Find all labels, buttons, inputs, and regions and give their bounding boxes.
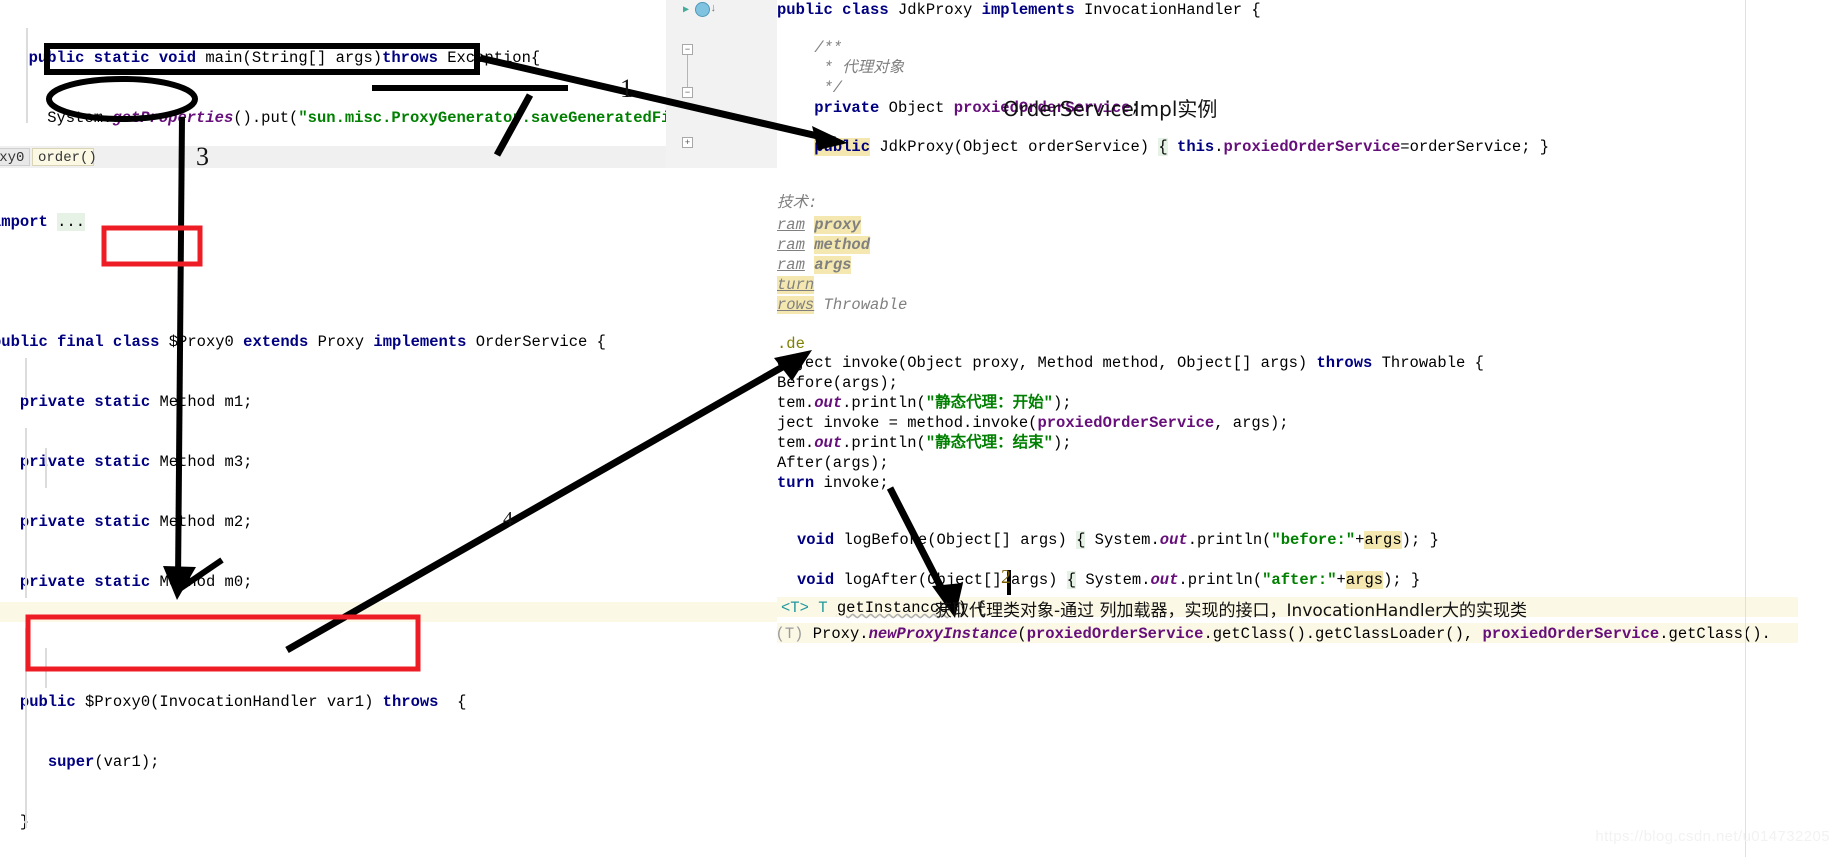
javadoc-tag-line: ram proxy — [777, 216, 861, 234]
upper-left-code-text[interactable]: public static void main(String[] args)th… — [10, 8, 667, 148]
code-line: tem.out.println("静态代理：开始"); — [777, 394, 1072, 412]
screenshot-root: public static void main(String[] args)th… — [0, 0, 1846, 857]
code-line: public JdkProxy(Object orderService) { t… — [814, 138, 1550, 156]
code-line: private static Method m1; — [19, 393, 253, 411]
fold-collapse-button[interactable]: − — [682, 87, 693, 98]
override-annotation-text: .de — [777, 335, 805, 353]
code-line: public $Proxy0(InvocationHandler var1) t… — [19, 693, 467, 711]
indent-guide — [25, 428, 27, 598]
javadoc-tag-line: rows Throwable — [777, 296, 908, 314]
code-line: void logBefore(Object[] args) { System.o… — [797, 531, 1439, 549]
code-line: private static Method m2; — [19, 513, 253, 531]
code-line: * 代理对象 — [777, 59, 905, 77]
right-code-editor[interactable]: public class JdkProxy implements Invocat… — [777, 0, 1846, 857]
code-line: Before(args); — [777, 374, 898, 392]
code-line: turn (T) Proxy.newProxyInstance(proxiedO… — [777, 625, 1771, 643]
watermark: https://blog.csdn.net/u014732205 — [1595, 828, 1830, 845]
tech-label-text: 技术: — [777, 194, 818, 212]
marker-1: 1 — [620, 74, 633, 103]
right-code-text[interactable]: public class JdkProxy implements Invocat… — [777, 0, 1798, 700]
code-line: private static Method m3; — [19, 453, 253, 471]
javadoc-tag-line: ram args — [777, 256, 852, 274]
run-arrow-icon[interactable]: ▶ — [683, 4, 689, 16]
code-line: void logAfter(Object[] args) { System.ou… — [797, 571, 1421, 589]
right-margin-guide — [1745, 0, 1746, 857]
breadcrumb-item-class[interactable]: Proxy0 — [0, 148, 30, 166]
code-line: Object invoke(Object proxy, Method metho… — [777, 354, 1484, 372]
code-line: public class JdkProxy implements Invocat… — [777, 1, 1261, 19]
code-line: import ... — [0, 213, 86, 231]
code-line: public static void main(String[] args)th… — [28, 49, 541, 67]
fold-expand-button[interactable]: + — [682, 137, 693, 148]
marker-4: 4 — [503, 508, 513, 530]
javadoc-tech-label: 技术: — [777, 193, 817, 213]
breadcrumb: Proxy0 order() — [0, 146, 666, 169]
lower-left-code-text[interactable]: import ... public final class $Proxy0 ex… — [0, 172, 777, 857]
code-line: */ — [777, 79, 843, 97]
note-getinstancce: 获取代理类对象-通过 列加载器，实现的接口，InvocationHandler大… — [935, 601, 1528, 621]
vertical-scrollbar[interactable] — [1834, 0, 1846, 857]
code-line: } — [0, 812, 777, 832]
code-line: super(var1); — [47, 753, 160, 771]
marker-3: 3 — [196, 142, 209, 171]
annotation-fragment: .de — [777, 334, 805, 354]
breadcrumb-item-method[interactable]: order() — [32, 148, 97, 166]
indent-guide — [26, 28, 28, 123]
lower-left-code-editor[interactable]: import ... public final class $Proxy0 ex… — [0, 168, 778, 857]
indent-guide — [25, 358, 27, 398]
code-line: After(args); — [777, 454, 889, 472]
fold-region-line — [687, 55, 688, 87]
code-line: /** — [777, 39, 843, 57]
javadoc-tag-line: turn — [777, 276, 815, 294]
note-orderserviceimpl: OrderServiceImpl实例 — [1003, 97, 1218, 121]
code-line: System.getProperties().put("sun.misc.Pro… — [10, 109, 667, 127]
code-line: private static Method m0; — [19, 573, 253, 591]
code-line: public final class $Proxy0 extends Proxy… — [0, 333, 606, 351]
code-line: tem.out.println("静态代理：结束"); — [777, 434, 1072, 452]
indent-guide — [45, 648, 47, 688]
indent-guide — [25, 628, 27, 828]
intention-bulb-icon[interactable] — [695, 2, 710, 17]
upper-left-code-editor[interactable]: public static void main(String[] args)th… — [0, 0, 667, 148]
code-line: ject invoke = method.invoke(proxiedOrder… — [777, 414, 1289, 432]
indent-guide — [45, 448, 47, 488]
chevron-down-icon[interactable]: ↓ — [710, 3, 717, 15]
right-editor-gutter[interactable]: ▶ ↓ − − + — [666, 0, 778, 178]
javadoc-tag-line: ram method — [777, 236, 871, 254]
code-line: turn invoke; — [777, 474, 889, 492]
marker-2: 2 — [1001, 566, 1011, 588]
fold-collapse-button[interactable]: − — [682, 44, 693, 55]
